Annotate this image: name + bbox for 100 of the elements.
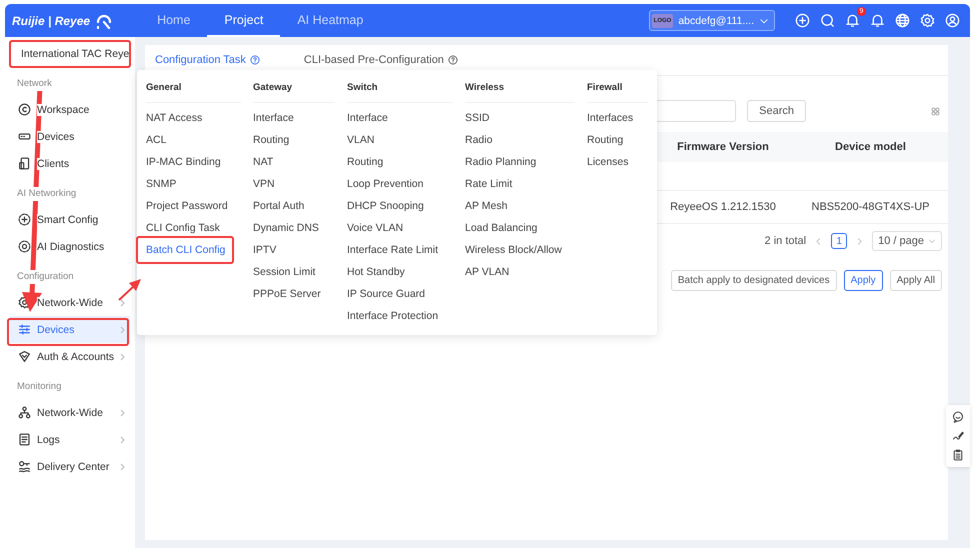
gear-icon bbox=[18, 296, 31, 309]
total-count: 2 in total bbox=[764, 235, 806, 247]
menu-item[interactable]: Project Password bbox=[146, 200, 228, 212]
settings-button[interactable] bbox=[920, 13, 935, 28]
section-title: Monitoring bbox=[15, 380, 64, 394]
menu-item[interactable]: Load Balancing bbox=[465, 222, 538, 234]
pen-sign-icon bbox=[952, 430, 964, 442]
menu-item[interactable]: Dynamic DNS bbox=[253, 222, 319, 234]
settings-icon bbox=[920, 13, 935, 28]
menu-item[interactable]: NAT bbox=[253, 156, 274, 168]
log-icon bbox=[18, 433, 31, 446]
add-button[interactable] bbox=[795, 13, 810, 28]
user-button[interactable] bbox=[945, 13, 960, 28]
globe-icon bbox=[895, 13, 910, 28]
brand-logo: Ruijie | Reyee bbox=[12, 14, 90, 28]
menu-item[interactable]: Rate Limit bbox=[465, 178, 512, 190]
action-button[interactable]: Apply All bbox=[890, 270, 942, 291]
sidebar-item[interactable]: Network-Wide bbox=[10, 399, 130, 426]
sidebar-item[interactable]: Devices bbox=[10, 316, 130, 343]
menu-heading: Firewall bbox=[587, 81, 648, 103]
menu-item[interactable]: CLI Config Task bbox=[146, 222, 220, 234]
column-header: Device model bbox=[834, 140, 907, 155]
tab[interactable]: CLI-based Pre-Configuration bbox=[304, 54, 458, 66]
action-button[interactable]: Batch apply to designated devices bbox=[670, 270, 837, 291]
menu-item[interactable]: Session Limit bbox=[253, 266, 316, 278]
menu-item[interactable]: Radio Planning bbox=[465, 156, 536, 168]
globe-button[interactable] bbox=[895, 13, 910, 28]
phone-icon bbox=[18, 157, 31, 170]
account-name: abcdefg@111.... bbox=[678, 14, 754, 26]
menu-item[interactable]: Interface Rate Limit bbox=[347, 244, 438, 256]
sliders-icon bbox=[18, 323, 31, 336]
sidebar-item[interactable]: AI Diagnostics bbox=[10, 233, 130, 260]
help-icon bbox=[250, 55, 260, 65]
menu-item[interactable]: Loop Prevention bbox=[347, 178, 424, 190]
project-selector[interactable]: International TAC Reye bbox=[9, 40, 131, 67]
menu-item[interactable]: Routing bbox=[347, 156, 384, 168]
tab[interactable]: Configuration Task bbox=[155, 54, 260, 66]
menu-item[interactable]: IP Source Guard bbox=[347, 288, 426, 300]
network-tree-icon bbox=[18, 406, 31, 419]
bell-button[interactable] bbox=[870, 13, 885, 28]
menu-heading: Wireless bbox=[465, 81, 575, 103]
section-title: Network bbox=[15, 77, 54, 91]
sidebar-item[interactable]: Workspace bbox=[10, 96, 130, 123]
help-icon bbox=[448, 55, 458, 65]
notification-icon bbox=[845, 13, 860, 28]
menu-item[interactable]: PPPoE Server bbox=[253, 288, 321, 300]
menu-item[interactable]: AP Mesh bbox=[465, 200, 508, 212]
clipboard-icon bbox=[952, 449, 964, 462]
chevron-right-icon bbox=[855, 236, 864, 246]
menu-item[interactable]: Licenses bbox=[587, 156, 628, 168]
menu-item[interactable]: AP VLAN bbox=[465, 266, 510, 278]
sidebar-item[interactable]: Logs bbox=[10, 426, 130, 453]
bell-icon bbox=[870, 13, 885, 28]
menu-item[interactable]: ACL bbox=[146, 134, 166, 146]
sidebar-item[interactable]: Delivery Center bbox=[10, 453, 130, 480]
menu-item[interactable]: VPN bbox=[253, 178, 275, 190]
add-icon bbox=[795, 13, 810, 28]
menu-item[interactable]: Portal Auth bbox=[253, 200, 304, 212]
search-icon bbox=[820, 13, 835, 28]
circle-c-icon bbox=[18, 103, 31, 116]
column-header: Firmware Version bbox=[676, 140, 770, 155]
menu-item[interactable]: Voice VLAN bbox=[347, 222, 404, 234]
menu-item[interactable]: Batch CLI Config bbox=[146, 244, 226, 256]
logo-mark-icon bbox=[96, 12, 112, 28]
sidebar-item[interactable]: Smart Config bbox=[10, 206, 130, 233]
page-size-select[interactable]: 10 / page bbox=[872, 231, 942, 251]
menu-item[interactable]: Hot Standby bbox=[347, 266, 405, 278]
action-button[interactable]: Apply bbox=[844, 270, 883, 291]
menu-item[interactable]: Routing bbox=[253, 134, 290, 146]
chat-icon bbox=[952, 410, 964, 423]
menu-item[interactable]: IPTV bbox=[253, 244, 276, 256]
menu-item[interactable]: IP-MAC Binding bbox=[146, 156, 221, 168]
menu-heading: Gateway bbox=[253, 81, 335, 103]
sidebar-item[interactable]: Clients bbox=[10, 150, 130, 177]
table-cell-text: ReyeeOS 1.212.1530 bbox=[669, 200, 777, 215]
search-button[interactable]: Search bbox=[747, 100, 806, 122]
section-title: AI Networking bbox=[15, 187, 78, 201]
menu-item[interactable]: Interface Protection bbox=[347, 310, 438, 322]
menu-item[interactable]: NAT Access bbox=[146, 112, 202, 124]
menu-item[interactable]: Interface bbox=[347, 112, 388, 124]
chevron-down-icon bbox=[928, 237, 936, 245]
menu-item[interactable]: Interfaces bbox=[587, 112, 634, 124]
menu-heading: Switch bbox=[347, 81, 453, 103]
menu-item[interactable]: SNMP bbox=[146, 178, 176, 190]
annotation-arrow bbox=[118, 279, 141, 301]
menu-item[interactable]: SSID bbox=[465, 112, 490, 124]
menu-item[interactable]: Wireless Block/Allow bbox=[465, 244, 562, 256]
section-title: Configuration bbox=[15, 270, 76, 284]
user-icon bbox=[945, 13, 960, 28]
grid-icon bbox=[931, 106, 940, 116]
menu-item[interactable]: Radio bbox=[465, 134, 492, 146]
menu-item[interactable]: DHCP Snooping bbox=[347, 200, 424, 212]
sidebar-item[interactable]: Auth & Accounts bbox=[10, 343, 130, 370]
sidebar-item[interactable]: Devices bbox=[10, 123, 130, 150]
menu-item[interactable]: VLAN bbox=[347, 134, 374, 146]
menu-item[interactable]: Routing bbox=[587, 134, 624, 146]
notification-button[interactable] bbox=[845, 13, 860, 28]
menu-item[interactable]: Interface bbox=[253, 112, 294, 124]
page-button[interactable]: 1 bbox=[831, 233, 848, 249]
search-button[interactable] bbox=[820, 13, 835, 28]
